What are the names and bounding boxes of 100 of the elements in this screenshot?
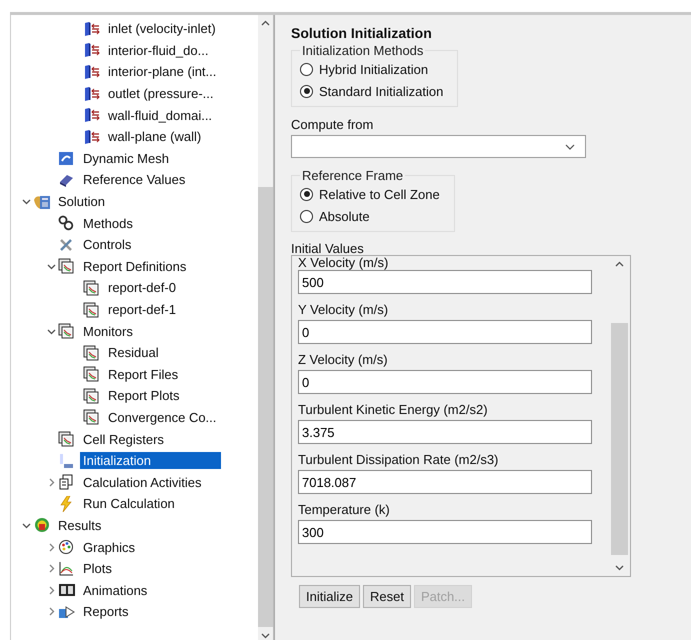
action-button[interactable]: Reset [362, 585, 411, 608]
report-icon [83, 388, 99, 404]
radio-label: Relative to Cell Zone [319, 186, 440, 202]
tree-item[interactable]: Report Plots [11, 385, 258, 407]
tree-item[interactable]: report-def-0 [11, 277, 258, 299]
boundary-icon [83, 42, 101, 58]
report-icon [83, 366, 99, 382]
input-field[interactable]: 0 [298, 370, 592, 394]
lightning-icon [58, 496, 74, 512]
boundary-icon [83, 107, 101, 124]
report-icon [58, 431, 74, 448]
tree-item[interactable]: Controls [11, 234, 258, 256]
report-icon [83, 302, 99, 318]
chevron-right-icon[interactable] [46, 586, 56, 595]
tree-item[interactable]: Cell Registers [11, 428, 258, 450]
field-label: Turbulent Kinetic Energy (m2/s2) [298, 401, 489, 419]
tree-item[interactable]: Report Definitions [11, 256, 258, 278]
radio-label: Absolute [319, 208, 370, 224]
radio-button[interactable] [300, 210, 313, 222]
tree-item[interactable]: Convergence Co... [11, 406, 258, 428]
chevron-down-icon[interactable] [22, 520, 30, 530]
field-label: Z Velocity (m/s) [298, 351, 389, 369]
field-label: X Velocity (m/s) [298, 256, 390, 270]
tree-item[interactable]: Report Files [11, 364, 258, 386]
field-label: Compute from [291, 117, 374, 132]
report-icon [58, 323, 74, 340]
action-button[interactable]: Initialize [299, 585, 360, 608]
chevron-right-icon[interactable] [46, 564, 56, 574]
input-field[interactable]: 0 [298, 320, 592, 344]
tree-item[interactable]: interior-plane (int... [11, 61, 258, 83]
tree-item[interactable]: wall-plane (wall) [11, 126, 258, 148]
tree-item[interactable]: wall-fluid_domai... [11, 104, 258, 126]
chevron-right-icon[interactable] [46, 607, 56, 616]
radio-button[interactable] [300, 188, 313, 200]
input-field[interactable]: 300 [298, 520, 592, 544]
plot-icon [58, 560, 74, 577]
radio-option[interactable]: Relative to Cell Zone [300, 183, 440, 205]
chevron-down-icon[interactable] [22, 197, 30, 206]
tree-item[interactable]: Solution [11, 190, 258, 212]
radio-button[interactable] [300, 84, 313, 98]
tree-item[interactable]: Dynamic Mesh [11, 148, 258, 170]
chevron-right-icon[interactable] [46, 478, 56, 487]
initialization-icon [58, 452, 74, 469]
boundary-icon [83, 20, 101, 37]
boundary-icon [83, 86, 101, 102]
tree-item[interactable]: Residual [11, 342, 258, 364]
radio-label: Standard Initialization [319, 84, 444, 98]
tree-item[interactable]: inlet (velocity-inlet) [11, 18, 258, 40]
scroll-up-icon[interactable] [261, 19, 270, 28]
calculator-icon [33, 194, 51, 210]
clipboard-icon [58, 474, 74, 490]
radio-button[interactable] [300, 62, 313, 76]
section-label: Initial Values [291, 242, 365, 255]
report-arrow-icon [58, 604, 76, 620]
tree-item[interactable]: interior-fluid_do... [11, 40, 258, 62]
compute-from-dropdown[interactable] [291, 135, 586, 158]
mesh-icon [58, 150, 74, 166]
chevron-down-icon[interactable] [46, 326, 56, 336]
tree-item[interactable]: Monitors [11, 320, 258, 342]
radio-option[interactable]: Hybrid Initialization [300, 58, 444, 80]
report-icon [83, 344, 99, 361]
input-field[interactable]: 7018.087 [298, 470, 592, 494]
chevron-down-icon[interactable] [46, 262, 56, 271]
tree-item[interactable]: report-def-1 [11, 298, 258, 320]
tree-item[interactable]: Calculation Activities [11, 471, 258, 494]
scrollbar[interactable] [258, 15, 273, 640]
tree-item[interactable]: Graphics [11, 536, 258, 558]
report-icon [83, 409, 99, 426]
scroll-down-icon[interactable] [261, 631, 270, 640]
field-label: Y Velocity (m/s) [298, 301, 390, 319]
tree-item[interactable]: Initialization [11, 450, 258, 472]
scroll-down-icon[interactable] [615, 563, 624, 572]
boundary-icon [83, 128, 101, 145]
radio-option[interactable]: Absolute [300, 205, 440, 227]
tree-item[interactable]: Reference Values [11, 169, 258, 191]
report-icon [58, 258, 74, 274]
field-label: Temperature (k) [298, 501, 391, 519]
report-icon [83, 280, 99, 296]
input-field[interactable]: 500 [298, 270, 592, 294]
dropdown-caret-icon [565, 142, 575, 150]
results-icon [33, 517, 51, 534]
panel-title: Solution Initialization [291, 25, 433, 41]
tree-item[interactable]: Run Calculation [11, 493, 258, 515]
tree-item[interactable]: Results [11, 514, 258, 536]
film-icon [58, 582, 76, 598]
field-label: Turbulent Dissipation Rate (m2/s3) [298, 451, 500, 469]
chevron-right-icon[interactable] [46, 542, 56, 552]
scroll-up-icon[interactable] [615, 260, 624, 269]
radio-option[interactable]: Standard Initialization [300, 80, 444, 102]
radio-label: Hybrid Initialization [319, 62, 428, 76]
tools-icon [58, 236, 74, 253]
gears-icon [58, 215, 74, 232]
tree-item[interactable]: Reports [11, 601, 258, 623]
tree-item[interactable]: Plots [11, 558, 258, 580]
palette-icon [58, 539, 74, 556]
tree-item[interactable]: outlet (pressure-... [11, 82, 258, 104]
input-field[interactable]: 3.375 [298, 420, 592, 444]
tree-item[interactable]: Animations [11, 579, 258, 602]
group-title: Reference Frame [301, 168, 404, 183]
tree-item[interactable]: Methods [11, 212, 258, 234]
